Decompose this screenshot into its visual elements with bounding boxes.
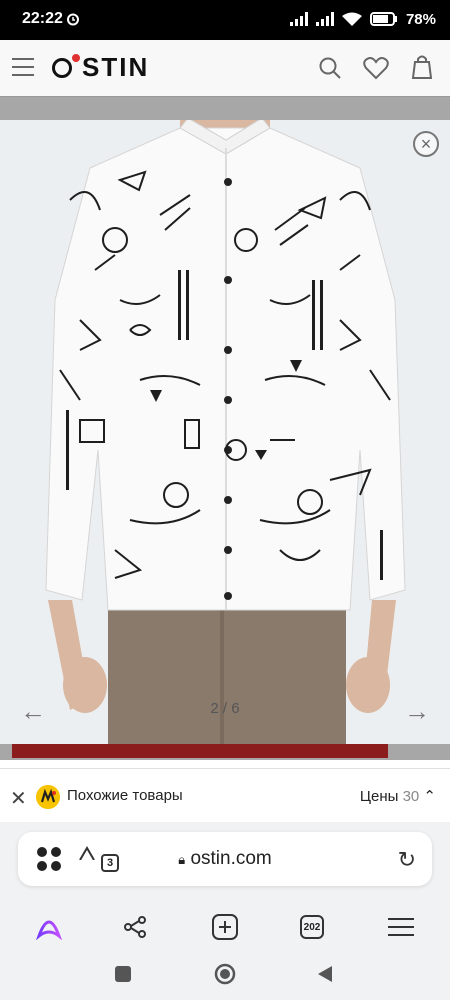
home-icon[interactable]	[214, 963, 236, 985]
alice-assistant-button[interactable]	[24, 904, 74, 950]
search-icon[interactable]	[318, 56, 342, 80]
yandex-market-icon	[36, 785, 60, 809]
lock-icon: 🔒︎	[178, 852, 186, 867]
chevron-up-icon: ⌃	[423, 788, 436, 805]
logo-text: STIN	[82, 52, 150, 82]
logo-dot	[72, 54, 80, 62]
url-value: ostin.com	[190, 848, 272, 869]
similar-products-title: Похожие товары	[67, 787, 183, 804]
new-tab-button[interactable]	[200, 904, 250, 950]
close-gallery-button[interactable]: ×	[413, 131, 439, 157]
similar-products-bar[interactable]: ✕ Похожие товары Цены 30 ⌃	[0, 768, 450, 823]
status-bar: 22:22 78%	[0, 0, 450, 40]
menu-icon[interactable]	[12, 57, 34, 77]
wifi-icon	[341, 12, 362, 26]
site-header: STIN	[0, 40, 450, 97]
close-icon[interactable]: ✕	[10, 786, 27, 811]
share-icon	[124, 916, 146, 938]
reload-icon[interactable]: ↻	[398, 847, 416, 873]
tabs-count: 202	[300, 915, 324, 939]
prices-label: Цены	[359, 788, 399, 805]
plus-square-icon	[212, 914, 238, 940]
image-counter: 2 / 6	[210, 700, 240, 717]
address-bar[interactable]: 3 🔒︎ ostin.com ↻	[18, 832, 432, 886]
bag-icon[interactable]	[411, 54, 433, 80]
status-time: 22:22	[22, 10, 63, 27]
share-button[interactable]	[110, 904, 160, 950]
prices-toggle[interactable]: Цены 30 ⌃	[360, 787, 436, 805]
signal-icon	[289, 12, 308, 26]
hamburger-icon	[388, 918, 414, 936]
browser-toolbar: 202	[0, 904, 450, 950]
url-text[interactable]: 🔒︎ ostin.com	[18, 848, 432, 870]
battery-icon	[369, 12, 397, 26]
tabs-button[interactable]: 202	[287, 904, 337, 950]
site-logo[interactable]: STIN	[52, 52, 149, 83]
heart-icon[interactable]	[363, 56, 389, 80]
alarm-icon	[67, 13, 79, 26]
prices-count: 30	[402, 788, 420, 805]
logo-o	[52, 58, 72, 78]
battery-percent: 78%	[405, 10, 436, 28]
system-nav-bar	[0, 950, 450, 1000]
product-image-gallery[interactable]	[0, 120, 450, 744]
recent-apps-icon[interactable]	[115, 966, 131, 982]
close-icon: ×	[420, 134, 432, 154]
browser-menu-button[interactable]	[376, 904, 426, 950]
product-photo	[45, 120, 406, 744]
signal-icon-2	[315, 12, 334, 26]
alice-icon	[36, 920, 62, 940]
back-icon[interactable]	[316, 965, 334, 983]
